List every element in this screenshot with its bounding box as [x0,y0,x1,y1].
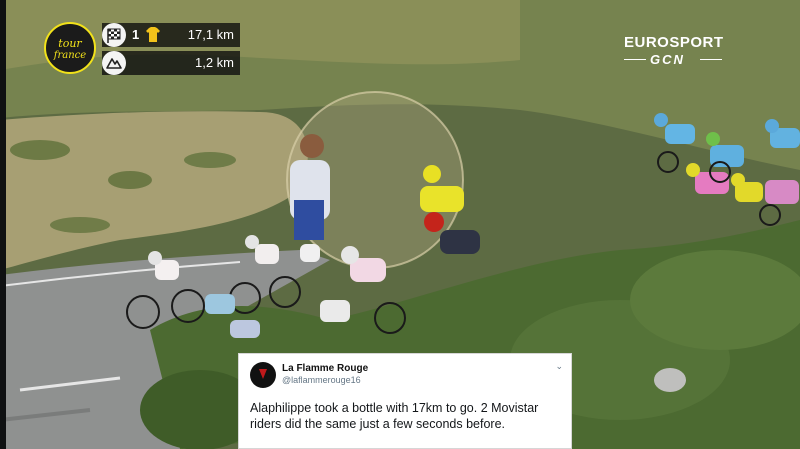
flamme-rouge-icon [259,369,267,379]
distance-to-climb: 1,2 km [194,55,234,70]
checkered-flag-icon [102,23,126,47]
frame-edge [0,0,6,449]
tweet-author-handle[interactable]: @laflammerouge16 [282,375,361,385]
tour-de-france-logo: tour france [44,22,96,74]
logo-line-2: france [53,50,87,61]
chevron-down-icon[interactable]: ⌄ [555,361,563,372]
stage-position: 1 [132,27,140,42]
race-info-overlay: tour france 1 17,1 km 1,2 km [44,22,240,78]
distance-to-finish: 17,1 km [187,27,234,42]
eurosport-logo: EUROSPORT [624,34,724,51]
tweet-author-name[interactable]: La Flamme Rouge [282,363,368,374]
yellow-jersey-icon [146,27,160,42]
logo-rule-left [624,59,646,60]
tweet-text: Alaphilippe took a bottle with 17km to g… [250,401,539,431]
logo-rule-right [700,59,722,60]
distance-to-climb-row: 1,2 km [102,51,240,75]
avatar[interactable] [250,362,276,388]
mountain-icon [102,51,126,75]
embedded-tweet[interactable]: La Flamme Rouge @laflammerouge16 ⌄ Alaph… [238,353,572,449]
distance-to-finish-row: 1 17,1 km [102,23,240,47]
gcn-logo: GCN [650,52,685,67]
logo-line-1: tour [58,37,82,50]
